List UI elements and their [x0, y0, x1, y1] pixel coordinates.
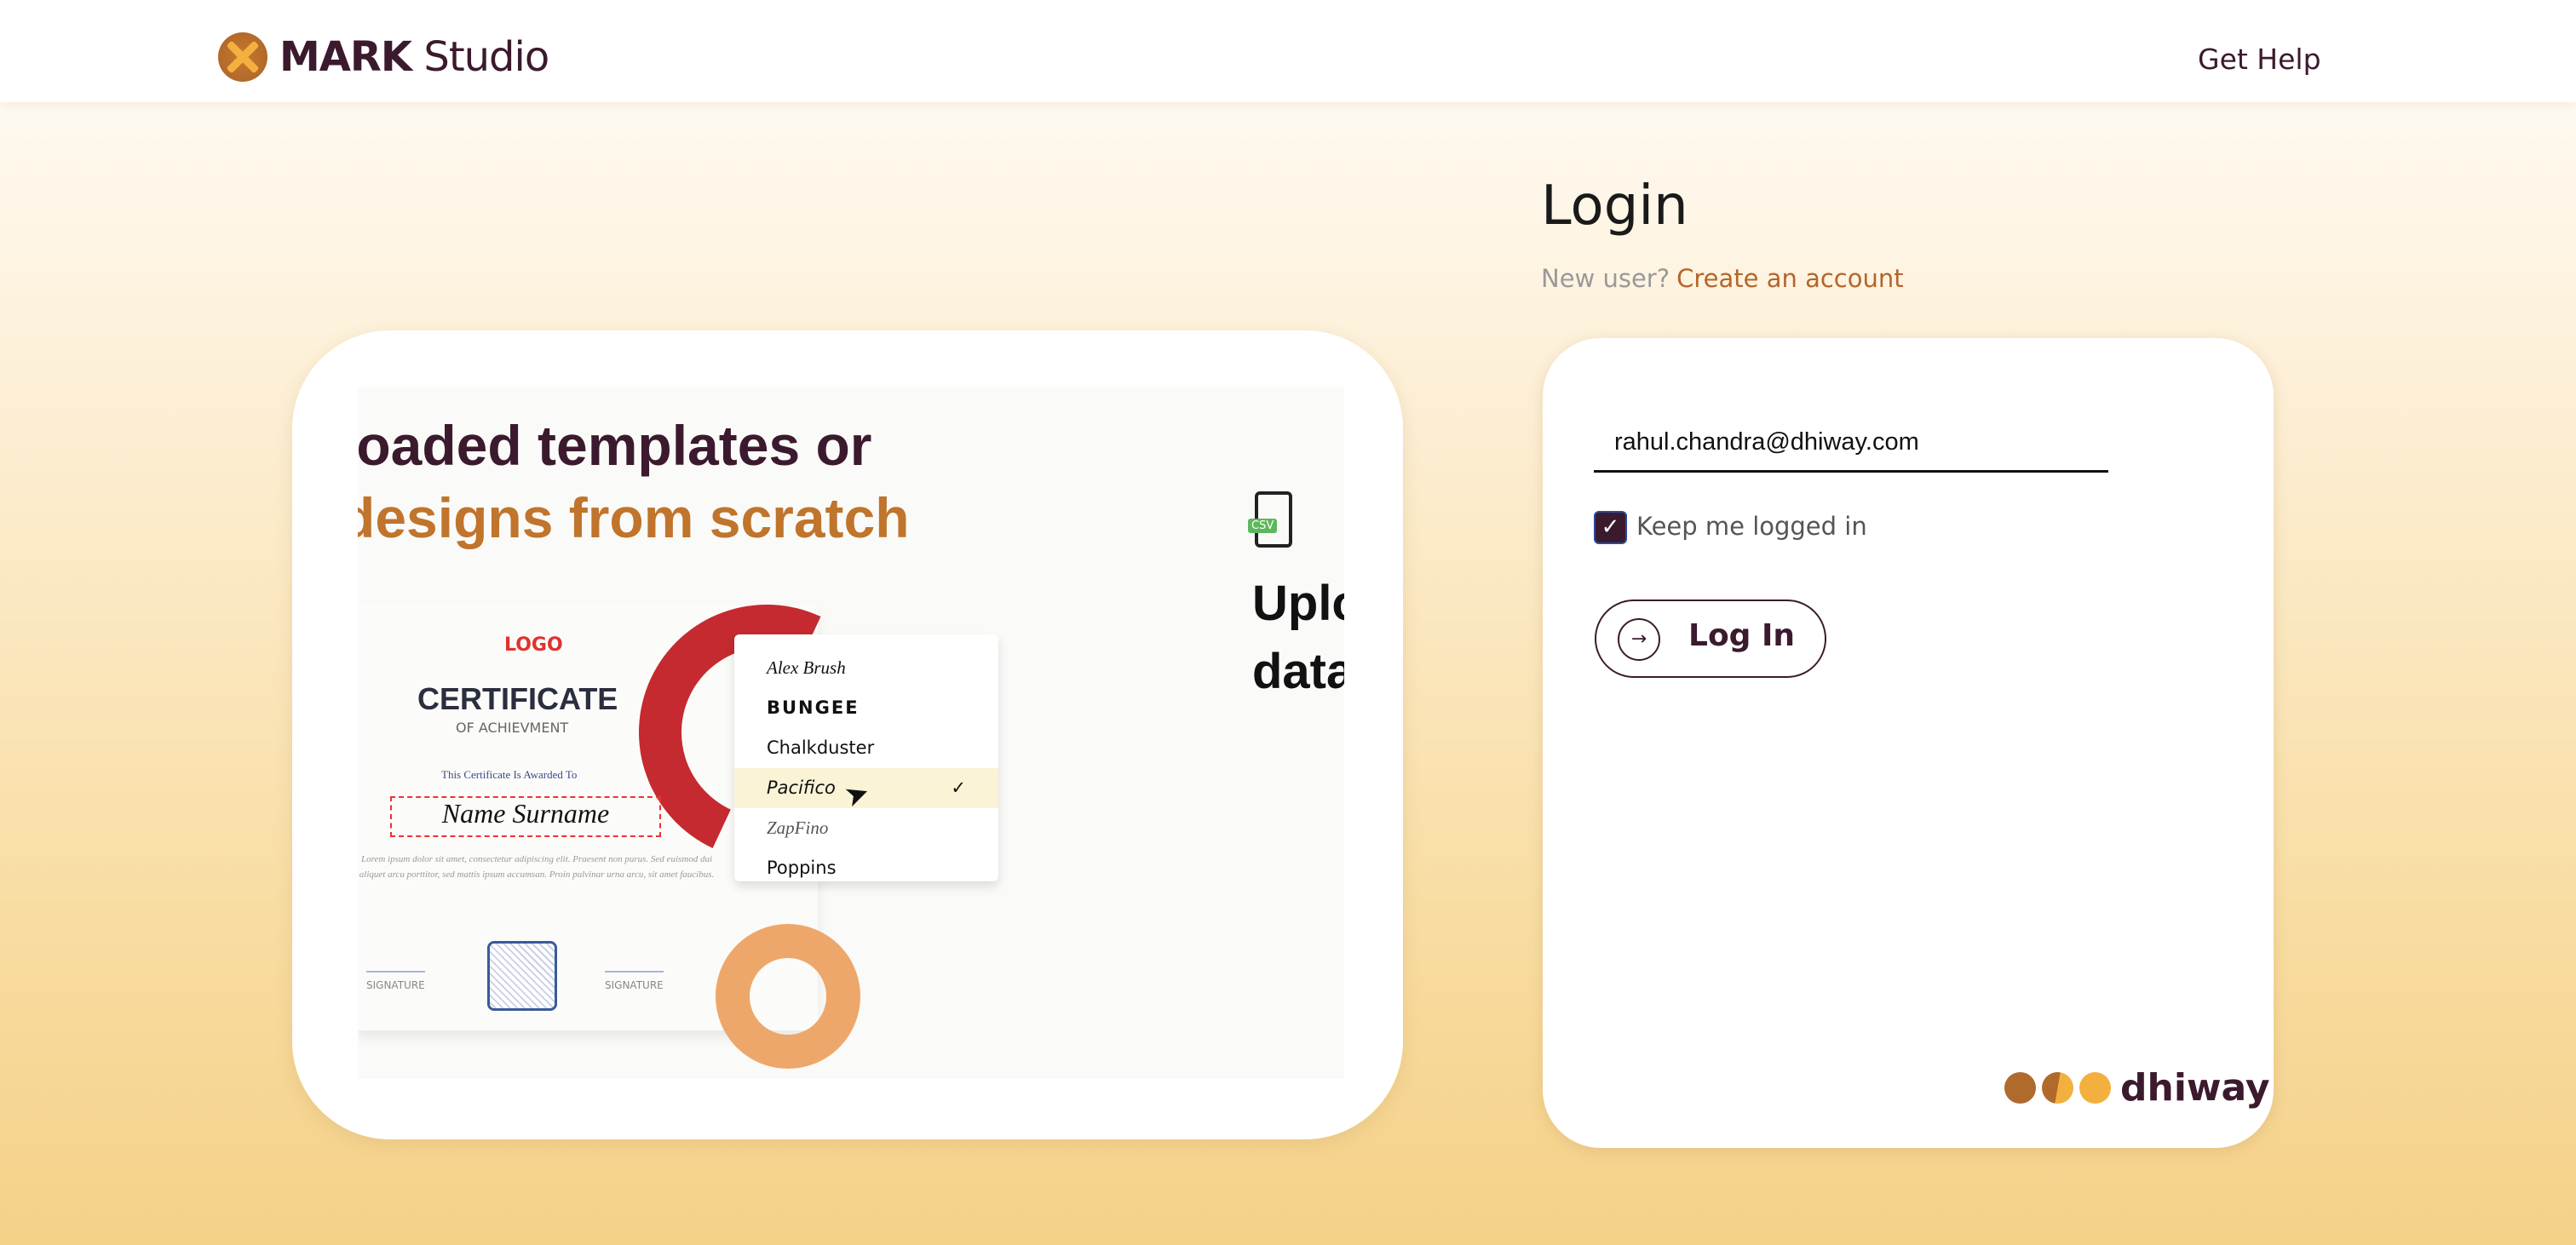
promo-illustration: loaded templates or designs from scratch…: [358, 387, 1344, 1079]
page-title: Login: [1541, 175, 1688, 238]
promo-headline-1: loaded templates or: [358, 414, 872, 477]
check-icon: ✓: [951, 777, 966, 798]
login-card: ✓ Keep me logged in → Log In dhiway: [1543, 338, 2274, 1148]
font-option-selected: Pacifico ✓ ➤: [734, 768, 998, 815]
email-input[interactable]: [1594, 415, 2108, 473]
font-option: Alex Brush: [767, 657, 846, 678]
font-option: BUNGEE: [767, 697, 860, 718]
brand-name: MARK Studio: [279, 33, 549, 81]
font-dropdown: Alex Brush BUNGEE Chalkduster Pacifico ✓ ➤…: [734, 634, 998, 881]
csv-file-icon: CSV: [1248, 491, 1292, 548]
create-account-link[interactable]: Create an account: [1676, 264, 1903, 293]
keep-logged-in-checkbox[interactable]: ✓: [1594, 511, 1627, 544]
font-option: Chalkduster: [767, 737, 875, 758]
cert-name: Name Surname: [390, 796, 661, 837]
cert-logo: LOGO: [504, 634, 563, 656]
cert-body: Lorem ipsum dolor sit amet, consectetur …: [359, 854, 715, 880]
cert-subtitle: OF ACHIEVMENT: [456, 720, 569, 736]
font-option: ZapFino: [767, 818, 829, 838]
top-header: MARK Studio Get Help: [0, 0, 2576, 102]
cert-awarded: This Certificate Is Awarded To: [441, 768, 578, 781]
upload-heading-2: data: [1252, 644, 1344, 699]
promo-headline-2: designs from scratch: [358, 486, 910, 549]
font-option: Poppins: [767, 858, 837, 878]
get-help-link[interactable]: Get Help: [2198, 43, 2321, 76]
login-button-label: Log In: [1688, 618, 1795, 653]
upload-heading-1: Uplo: [1252, 576, 1344, 631]
check-icon: ✓: [1601, 514, 1620, 540]
promo-card: loaded templates or designs from scratch…: [292, 330, 1403, 1139]
login-button[interactable]: → Log In: [1595, 600, 1826, 678]
new-user-line: New user? Create an account: [1541, 264, 1904, 293]
mark-studio-logo[interactable]: MARK Studio: [218, 32, 549, 82]
cert-signature-1: SIGNATURE: [366, 971, 425, 991]
cert-signature-2: SIGNATURE: [605, 971, 664, 991]
mark-logo-icon: [218, 32, 267, 82]
cert-title: CERTIFICATE: [417, 681, 618, 716]
dhiway-logo: dhiway: [2004, 1066, 2270, 1110]
keep-logged-in-label[interactable]: Keep me logged in: [1636, 512, 1867, 541]
arrow-right-icon: →: [1618, 618, 1660, 661]
qr-code: [487, 941, 557, 1011]
